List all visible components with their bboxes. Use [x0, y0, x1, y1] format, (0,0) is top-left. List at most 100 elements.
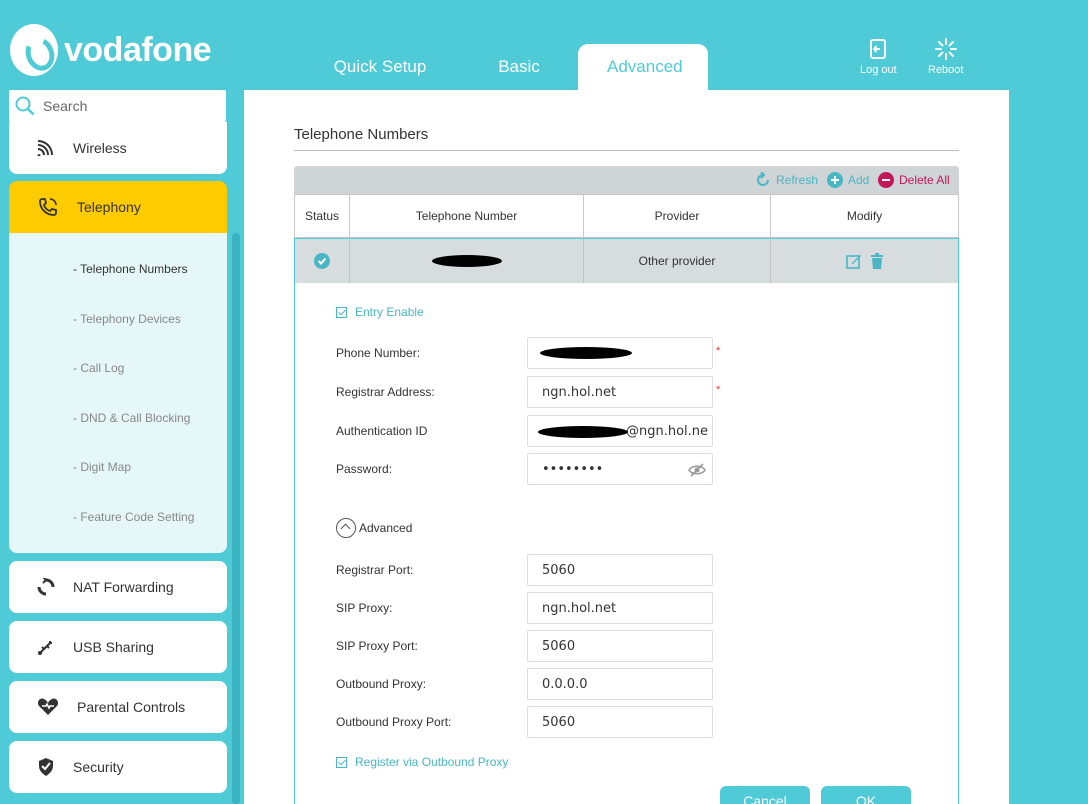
section-title: Telephone Numbers	[294, 126, 429, 143]
add-icon	[827, 172, 843, 188]
tab-advanced[interactable]: Advanced	[578, 44, 708, 90]
sidebar-item-nat-forwarding[interactable]: NAT Forwarding	[9, 561, 227, 613]
shield-icon	[39, 758, 53, 776]
reboot-icon	[934, 38, 957, 60]
sidebar-item-label: Wireless	[73, 140, 127, 156]
table-row[interactable]: Other provider	[294, 238, 959, 283]
redacted-number	[431, 255, 502, 267]
sidebar-item-parental-controls[interactable]: Parental Controls	[9, 681, 227, 733]
password-value: ••••••••	[542, 462, 604, 477]
sidebar-item-security[interactable]: Security	[9, 741, 227, 793]
add-label: Add	[848, 173, 870, 187]
table-header: Status Telephone Number Provider Modify	[294, 194, 959, 238]
brand-name: vodafone	[64, 30, 212, 69]
redacted-phone-number	[540, 347, 632, 359]
entry-enable-label: Entry Enable	[355, 305, 424, 319]
vodafone-logo-icon	[10, 24, 58, 76]
row-modify-cell	[771, 239, 958, 283]
refresh-label: Refresh	[776, 173, 819, 187]
sidebar-item-label: NAT Forwarding	[73, 579, 174, 595]
sidebar-item-telephony[interactable]: Telephony	[9, 181, 227, 233]
submenu-telephony-devices[interactable]: - Telephony Devices	[73, 312, 181, 326]
registrar-port-label: Registrar Port:	[336, 563, 414, 577]
registrar-port-field[interactable]	[527, 554, 713, 586]
required-marker: *	[716, 384, 721, 396]
tab-quick-setup[interactable]: Quick Setup	[300, 44, 460, 90]
eye-hidden-icon[interactable]	[688, 463, 706, 477]
logout-icon	[870, 39, 887, 59]
wifi-icon	[37, 140, 53, 156]
outbound-proxy-field[interactable]	[527, 668, 713, 700]
phone-number-label: Phone Number:	[336, 346, 421, 360]
sip-proxy-port-field[interactable]	[527, 630, 713, 662]
refresh-icon	[757, 172, 769, 186]
sidebar-scrollbar[interactable]	[232, 233, 240, 804]
registrar-address-label: Registrar Address:	[336, 385, 435, 399]
sidebar-item-label: USB Sharing	[73, 639, 154, 655]
auth-id-domain: @ngn.hol.ne	[626, 424, 709, 439]
column-header-status: Status	[295, 195, 350, 237]
search-box	[9, 90, 226, 122]
table-toolbar: Refresh Add Delete All	[294, 166, 959, 194]
submenu-digit-map[interactable]: - Digit Map	[73, 460, 131, 474]
edit-icon[interactable]	[845, 253, 862, 269]
reboot-label: Reboot	[928, 64, 964, 76]
sidebar-item-usb-sharing[interactable]: USB Sharing	[9, 621, 227, 673]
auth-id-field[interactable]: @ngn.hol.ne	[527, 415, 713, 447]
status-check-icon	[314, 253, 330, 269]
ok-button[interactable]: OK	[821, 786, 911, 804]
checkbox-checked-icon	[336, 756, 347, 768]
outbound-proxy-port-label: Outbound Proxy Port:	[336, 715, 452, 729]
reboot-button[interactable]: Reboot	[928, 38, 963, 76]
delete-all-label: Delete All	[899, 173, 950, 187]
register-via-outbound-label: Register via Outbound Proxy	[355, 755, 509, 769]
register-via-outbound-checkbox[interactable]: Register via Outbound Proxy	[336, 755, 508, 769]
outbound-proxy-label: Outbound Proxy:	[336, 677, 427, 691]
submenu-feature-code-setting[interactable]: - Feature Code Setting	[73, 510, 194, 524]
vodafone-logo: vodafone	[10, 24, 212, 76]
row-provider-cell: Other provider	[584, 239, 771, 283]
main-tabs: Quick Setup Basic Advanced	[300, 44, 708, 90]
row-telephone-number-cell	[350, 239, 584, 283]
sip-proxy-label: SIP Proxy:	[336, 601, 393, 615]
sip-proxy-field[interactable]	[527, 592, 713, 624]
tab-basic[interactable]: Basic	[460, 44, 578, 90]
required-marker: *	[716, 345, 721, 357]
chevron-up-icon	[336, 518, 356, 538]
sidebar-item-label: Telephony	[77, 199, 141, 215]
entry-enable-checkbox[interactable]: Entry Enable	[336, 305, 424, 319]
phone-icon	[39, 198, 57, 216]
advanced-label: Advanced	[359, 521, 413, 535]
registrar-address-field[interactable]	[527, 376, 713, 408]
delete-all-button[interactable]: Delete All	[878, 166, 950, 194]
checkbox-checked-icon	[336, 306, 347, 318]
nat-icon	[37, 578, 55, 596]
password-field[interactable]: ••••••••	[527, 453, 713, 485]
sidebar-item-wireless[interactable]: Wireless	[9, 122, 227, 174]
outbound-proxy-port-field[interactable]	[527, 706, 713, 738]
section-divider	[294, 150, 959, 151]
logout-label: Log out	[860, 64, 897, 76]
cancel-button[interactable]: Cancel	[720, 786, 810, 804]
column-header-provider: Provider	[584, 195, 771, 237]
password-label: Password:	[336, 462, 393, 476]
column-header-telephone-number: Telephone Number	[350, 195, 584, 237]
sip-proxy-port-label: SIP Proxy Port:	[336, 639, 418, 653]
usb-icon	[38, 641, 52, 655]
submenu-call-log[interactable]: - Call Log	[73, 361, 124, 375]
submenu-dnd-call-blocking[interactable]: - DND & Call Blocking	[73, 411, 190, 425]
trash-icon[interactable]	[870, 253, 884, 269]
add-button[interactable]: Add	[827, 166, 869, 194]
phone-number-field[interactable]	[527, 337, 713, 369]
remove-icon	[878, 172, 894, 188]
advanced-toggle[interactable]: Advanced	[336, 518, 412, 538]
submenu-telephone-numbers[interactable]: - Telephone Numbers	[73, 262, 188, 276]
search-icon	[15, 96, 35, 116]
refresh-button[interactable]: Refresh	[755, 166, 818, 194]
heart-icon	[37, 698, 59, 715]
redacted-auth-id	[538, 426, 628, 438]
sidebar-item-label: Parental Controls	[77, 699, 186, 715]
search-input[interactable]	[43, 98, 213, 114]
sidebar-item-label: Security	[73, 759, 124, 775]
logout-button[interactable]: Log out	[860, 38, 897, 76]
